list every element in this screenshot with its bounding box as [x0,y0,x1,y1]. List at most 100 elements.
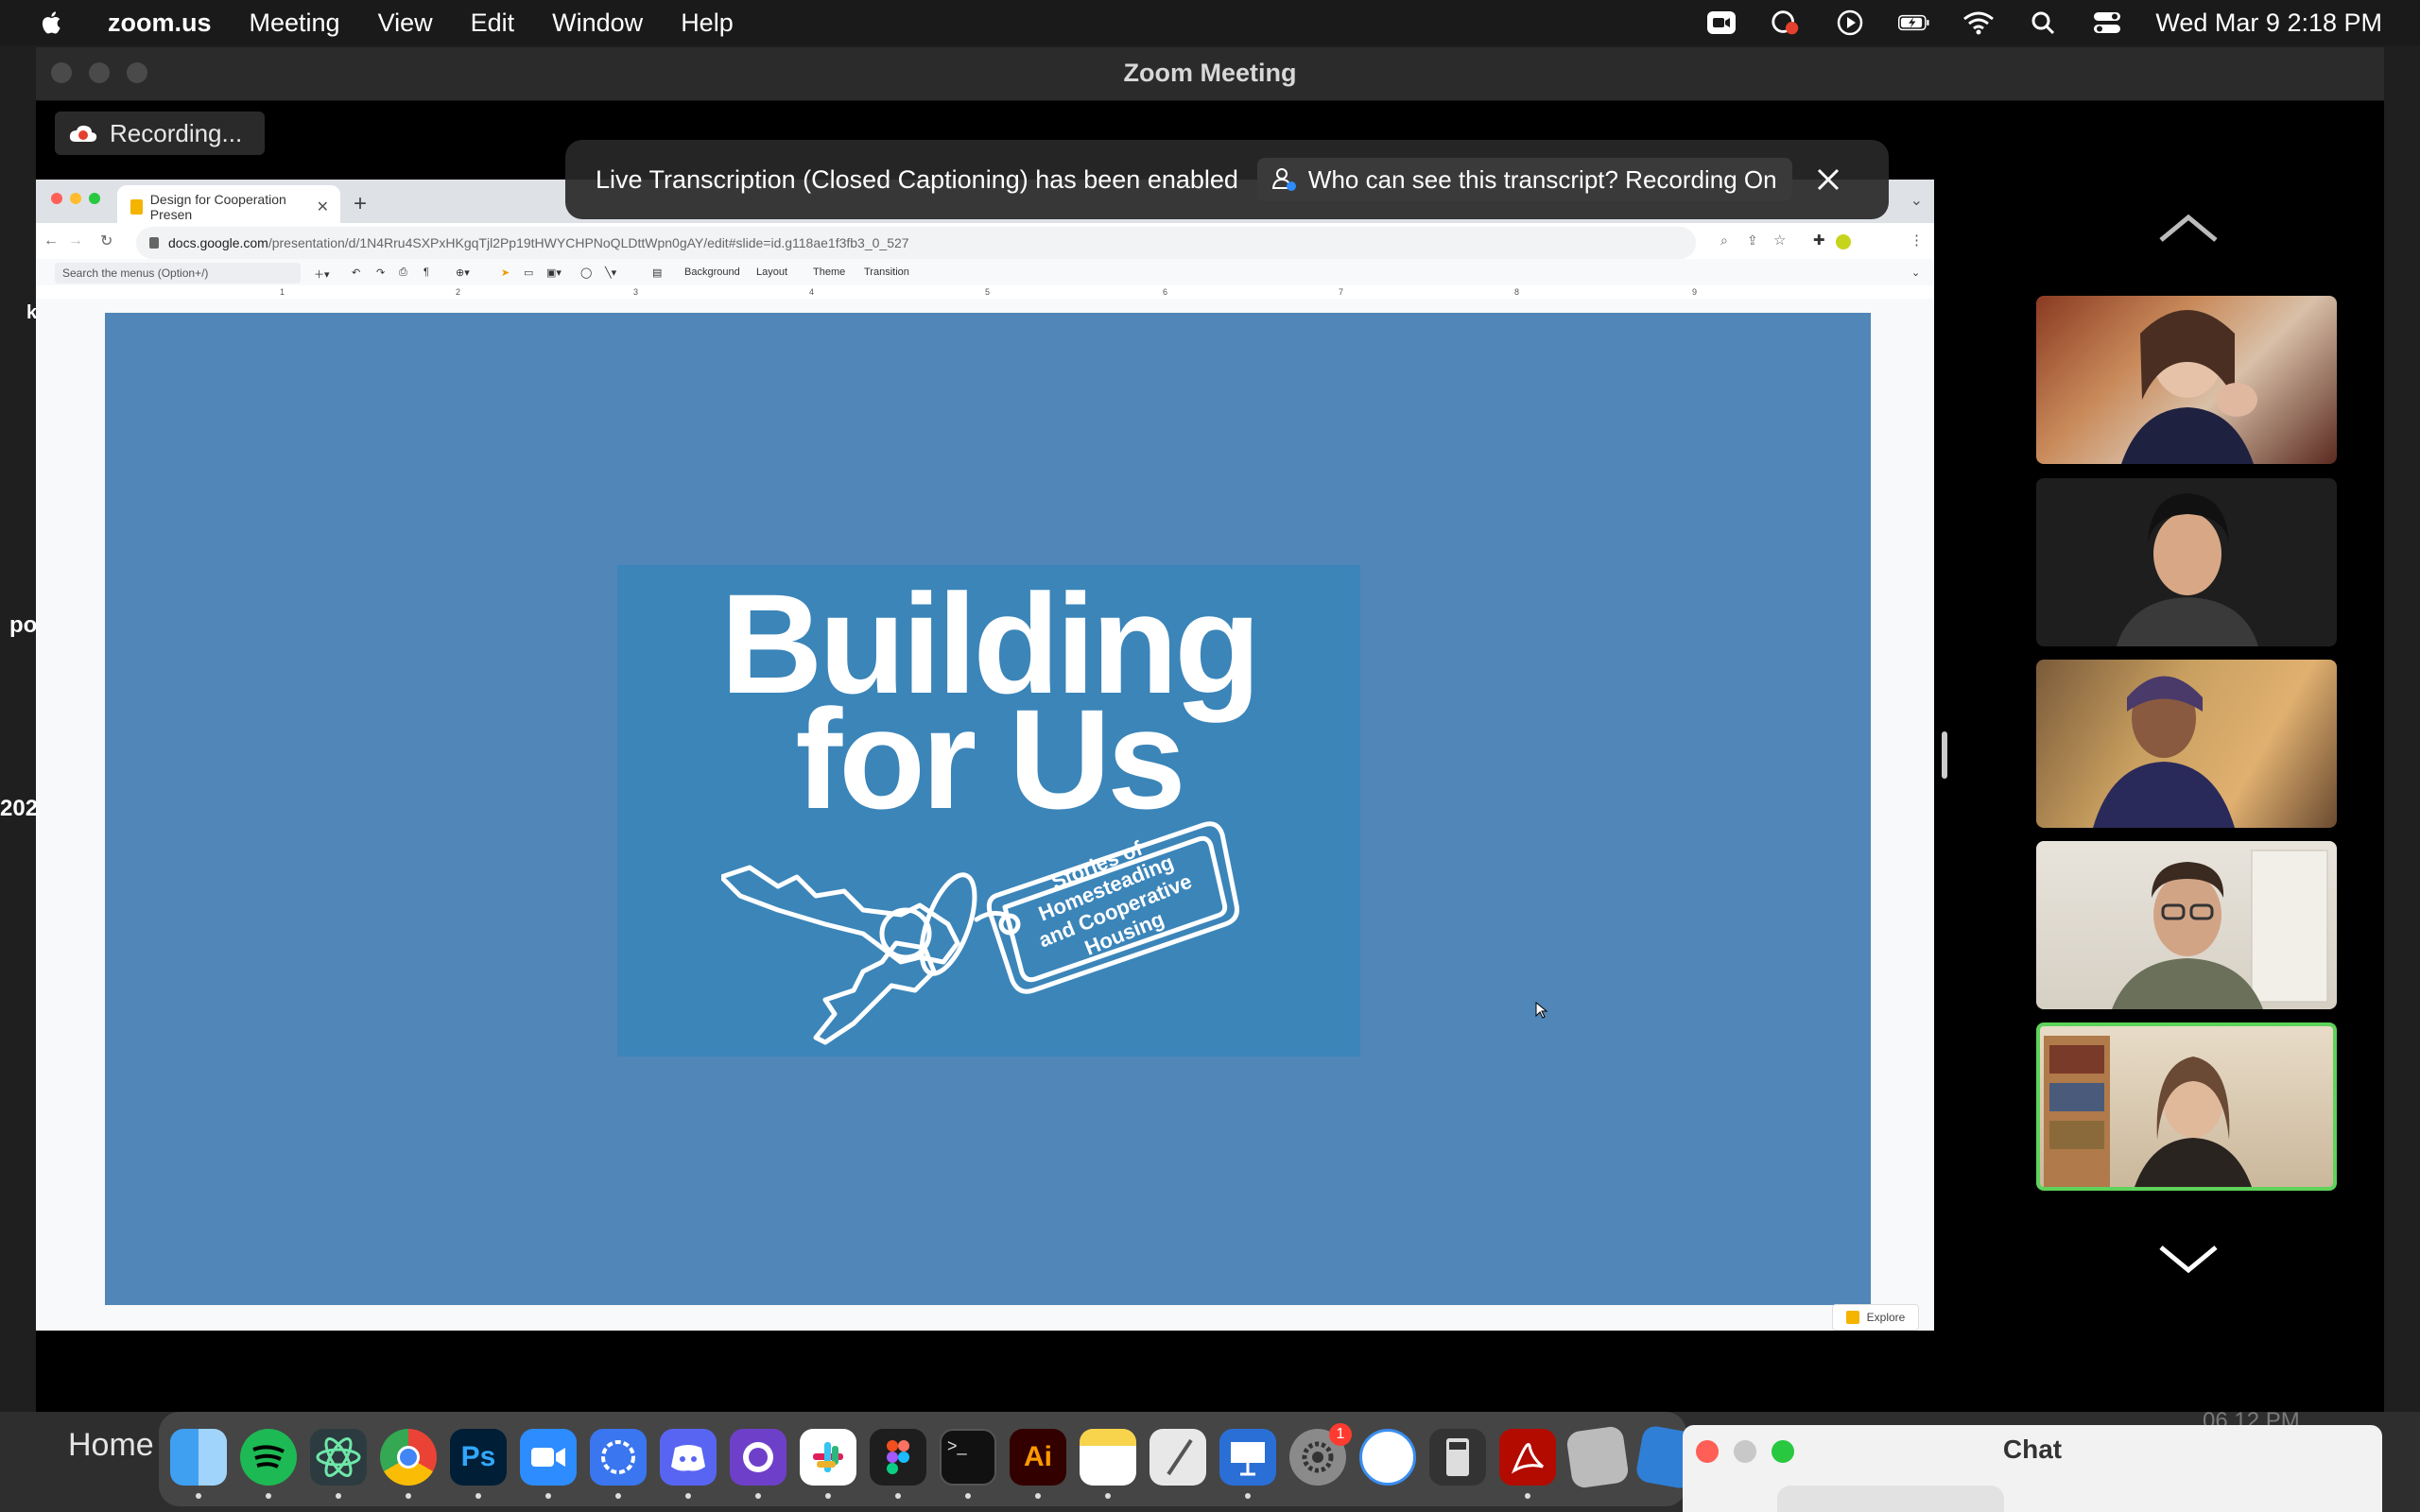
menubar-clock[interactable]: Wed Mar 9 2:18 PM [2155,9,2382,38]
transition-button[interactable]: Transition [864,266,909,278]
chrome-icon[interactable] [380,1429,437,1486]
ruler-mark: 8 [1514,287,1520,297]
discord-icon[interactable] [660,1429,717,1486]
slack-icon[interactable] [800,1429,856,1486]
menu-view[interactable]: View [378,9,433,38]
undo-icon[interactable]: ↶ [352,266,360,279]
dock-running-dot [266,1493,271,1499]
scroll-up-chevron-icon[interactable] [2155,210,2221,248]
battery-icon[interactable] [1898,9,1930,37]
paint-format-icon[interactable]: ¶ [424,266,429,278]
menu-meeting[interactable]: Meeting [250,9,340,38]
zoom-icon[interactable]: ⊕▾ [456,266,470,279]
dock-running-dot [965,1493,971,1499]
menu-app-name[interactable]: zoom.us [108,9,212,38]
chat-window: Chat [1683,1425,2382,1512]
reload-icon[interactable]: ↻ [100,232,112,250]
signal-icon[interactable] [590,1429,647,1486]
textedit-icon[interactable] [1150,1429,1206,1486]
forward-icon[interactable]: → [68,232,83,249]
dock-running-dot [475,1493,481,1499]
browser-minimize-button[interactable] [70,193,81,204]
acrobat-icon[interactable] [1499,1429,1556,1486]
share-page-icon[interactable]: ⇪ [1747,232,1758,249]
control-center-icon[interactable] [2091,9,2123,37]
participant-silhouette [2121,310,2257,464]
ruler-mark: 9 [1692,287,1698,297]
mouse-cursor-icon [1535,1002,1548,1019]
url-field[interactable]: docs.google.com/presentation/d/1N4Rru4SX… [136,227,1696,259]
menu-help[interactable]: Help [681,9,734,38]
photoshop-icon[interactable]: Ps [450,1429,507,1486]
dock-running-dot [895,1493,901,1499]
finder-icon[interactable] [170,1429,227,1486]
dock-running-dot [825,1493,831,1499]
browser-menu-icon[interactable]: ⋮ [1910,232,1924,249]
screen-recording-icon[interactable] [1770,9,1802,37]
comment-icon[interactable]: ▤ [652,266,662,279]
participant-video-tile[interactable] [2036,660,2337,828]
zoom-app-icon[interactable] [520,1429,577,1486]
banner-close-icon[interactable] [1811,163,1845,197]
atom-icon[interactable] [310,1429,367,1486]
bookmark-star-icon[interactable]: ☆ [1773,232,1786,249]
explore-button[interactable]: Explore [1832,1304,1919,1331]
play-icon[interactable] [1834,9,1866,37]
textbox-icon[interactable]: ▭ [524,266,533,279]
back-icon[interactable]: ← [43,232,59,249]
shape-icon[interactable]: ◯ [580,266,592,279]
participant-silhouette [2117,493,2258,646]
line-icon[interactable]: ╲▾ [605,266,616,279]
image-icon[interactable]: ▣▾ [546,266,562,279]
banner-message: Live Transcription (Closed Captioning) h… [596,164,1238,194]
scroll-down-chevron-icon[interactable] [2155,1240,2221,1278]
lock-icon [149,237,159,249]
zoom-titlebar: Zoom Meeting [36,47,2384,101]
circle-app-icon[interactable] [1359,1429,1416,1486]
layout-button[interactable]: Layout [756,266,787,278]
transcript-visibility-button[interactable]: Who can see this transcript? Recording O… [1256,158,1792,201]
theme-button[interactable]: Theme [813,266,845,278]
dock-running-dot [336,1493,341,1499]
github-desktop-icon[interactable] [730,1429,786,1486]
url-path: /presentation/d/1N4Rru4SXPxHKgqTjl2Pp19t… [268,235,909,250]
window-title: Zoom Meeting [1123,59,1297,87]
spotlight-search-icon[interactable] [2027,9,2059,37]
zoom-status-icon[interactable] [1705,9,1737,37]
terminal-icon[interactable]: >_ [940,1429,996,1486]
illustrator-icon[interactable]: Ai [1010,1429,1066,1486]
notes-icon[interactable] [1080,1429,1136,1486]
menu-search-input[interactable]: Search the menus (Option+/) [55,263,301,284]
keynote-icon[interactable] [1219,1429,1276,1486]
ruler: 1 2 3 4 5 6 7 8 9 [36,285,1934,299]
wifi-icon[interactable] [1962,9,1995,37]
menu-window[interactable]: Window [552,9,643,38]
tab-search-chevron-icon[interactable]: ⌄ [1910,191,1923,210]
calculator-icon[interactable] [1429,1429,1486,1486]
collapse-toolbar-icon[interactable]: ⌄ [1911,266,1920,279]
participant-video-tile-active-speaker[interactable] [2036,1022,2337,1191]
panel-resize-handle[interactable] [1942,731,1947,779]
print-icon[interactable]: ⎙ [399,266,407,279]
tab-close-icon[interactable]: ✕ [317,198,329,216]
select-tool-icon[interactable]: ➤ [501,266,510,279]
apple-menu-icon[interactable] [38,9,66,37]
spotify-icon[interactable] [240,1429,297,1486]
participant-video-tile[interactable] [2036,296,2337,464]
recording-indicator[interactable]: Recording... [55,112,265,155]
preview-stack-icon[interactable] [1565,1425,1630,1489]
new-slide-icon[interactable]: ＋▾ [314,266,330,282]
url-host: docs.google.com [168,235,268,250]
participant-video-tile[interactable] [2036,841,2337,1009]
menu-edit[interactable]: Edit [471,9,515,38]
browser-zoom-button[interactable] [89,193,100,204]
background-button[interactable]: Background [684,266,740,278]
profile-avatar-icon[interactable] [1836,234,1851,249]
new-tab-button[interactable]: + [354,191,367,217]
participant-video-tile[interactable] [2036,478,2337,646]
redo-icon[interactable]: ↷ [376,266,385,279]
extensions-puzzle-icon[interactable]: ✚ [1813,232,1825,249]
figma-icon[interactable] [870,1429,926,1486]
browser-close-button[interactable] [51,193,62,204]
zoom-lens-icon[interactable]: ⌕ [1720,232,1728,249]
